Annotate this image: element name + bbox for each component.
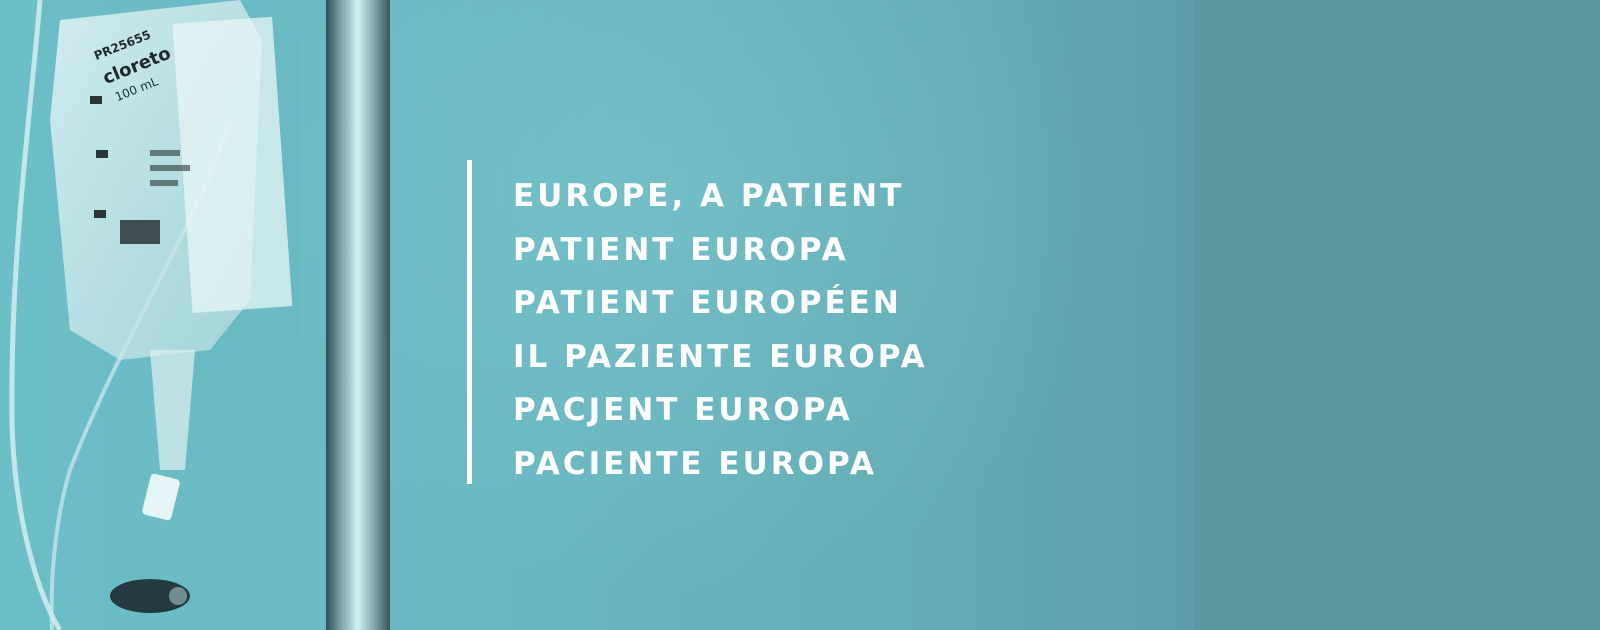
title-line-pl: PACJENT EUROPA <box>513 392 853 428</box>
title-line-en: EUROPE, A PATIENT <box>513 178 905 214</box>
title-line-de: PATIENT EUROPA <box>513 231 849 268</box>
hero-banner: PR25655 cloreto 100 mL EUROPE, A PATIENT… <box>0 0 1600 630</box>
multilingual-title: EUROPE, A PATIENT PATIENT EUROPA PATIENT… <box>513 170 973 491</box>
right-tint-panel <box>1195 0 1600 630</box>
title-accent-rule <box>467 160 472 484</box>
bag-neck <box>150 350 195 470</box>
tube-connector <box>142 473 180 521</box>
title-line-it: IL PAZIENTE EUROPA <box>513 338 928 375</box>
title-line-fr: PATIENT EUROPÉEN <box>513 285 902 321</box>
iv-drip-photo: PR25655 cloreto 100 mL <box>9 0 390 630</box>
bag-label-paper <box>172 16 293 313</box>
iv-pole <box>326 0 390 630</box>
title-line-es: PACIENTE EUROPA <box>513 445 877 482</box>
